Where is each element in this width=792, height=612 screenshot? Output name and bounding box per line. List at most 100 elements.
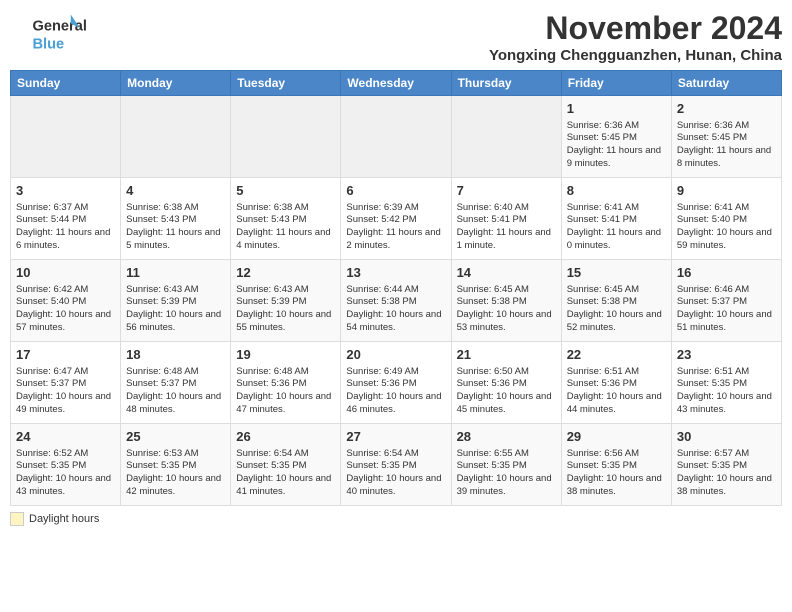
calendar-cell: 15 Sunrise: 6:45 AM Sunset: 5:38 PM Dayli… bbox=[561, 260, 671, 342]
calendar-cell: 5Sunrise: 6:38 AM Sunset: 5:43 PM Daylig… bbox=[231, 178, 341, 260]
legend-label-daylight: Daylight hours bbox=[29, 513, 99, 525]
day-info: Sunrise: 6:51 AM Sunset: 5:35 PM Dayligh… bbox=[677, 366, 776, 417]
calendar-cell: 17 Sunrise: 6:47 AM Sunset: 5:37 PM Dayli… bbox=[11, 342, 121, 424]
calendar-cell: 9 Sunrise: 6:41 AM Sunset: 5:40 PM Daylig… bbox=[671, 178, 781, 260]
svg-text:General: General bbox=[33, 18, 87, 34]
logo: General Blue bbox=[10, 10, 100, 55]
month-title: November 2024 bbox=[489, 10, 782, 47]
day-info: Sunrise: 6:45 AM Sunset: 5:38 PM Dayligh… bbox=[457, 284, 556, 335]
calendar-cell: 16Sunrise: 6:46 AM Sunset: 5:37 PM Dayli… bbox=[671, 260, 781, 342]
day-number: 2 bbox=[677, 100, 776, 118]
day-info: Sunrise: 6:40 AM Sunset: 5:41 PM Dayligh… bbox=[457, 202, 556, 253]
calendar-cell: 27Sunrise: 6:54 AM Sunset: 5:35 PM Dayli… bbox=[341, 424, 451, 506]
day-info: Sunrise: 6:47 AM Sunset: 5:37 PM Dayligh… bbox=[16, 366, 115, 417]
day-number: 20 bbox=[346, 346, 445, 364]
day-info: Sunrise: 6:38 AM Sunset: 5:43 PM Dayligh… bbox=[236, 202, 335, 253]
day-number: 28 bbox=[457, 428, 556, 446]
logo-icon: General Blue bbox=[10, 10, 100, 55]
day-info: Sunrise: 6:55 AM Sunset: 5:35 PM Dayligh… bbox=[457, 448, 556, 499]
day-info: Sunrise: 6:44 AM Sunset: 5:38 PM Dayligh… bbox=[346, 284, 445, 335]
calendar-cell: 13 Sunrise: 6:44 AM Sunset: 5:38 PM Dayli… bbox=[341, 260, 451, 342]
weekday-header-saturday: Saturday bbox=[671, 71, 781, 96]
calendar-week-5: 24 Sunrise: 6:52 AM Sunset: 5:35 PM Dayli… bbox=[11, 424, 782, 506]
day-number: 23 bbox=[677, 346, 776, 364]
day-info: Sunrise: 6:48 AM Sunset: 5:37 PM Dayligh… bbox=[126, 366, 225, 417]
calendar-cell: 11 Sunrise: 6:43 AM Sunset: 5:39 PM Dayli… bbox=[121, 260, 231, 342]
day-number: 1 bbox=[567, 100, 666, 118]
day-number: 17 bbox=[16, 346, 115, 364]
weekday-header-thursday: Thursday bbox=[451, 71, 561, 96]
calendar-cell bbox=[121, 96, 231, 178]
day-info: Sunrise: 6:36 AM Sunset: 5:45 PM Dayligh… bbox=[567, 120, 666, 171]
calendar-cell: 19 Sunrise: 6:48 AM Sunset: 5:36 PM Dayli… bbox=[231, 342, 341, 424]
calendar-cell bbox=[11, 96, 121, 178]
day-info: Sunrise: 6:46 AM Sunset: 5:37 PM Dayligh… bbox=[677, 284, 776, 335]
calendar-cell: 21 Sunrise: 6:50 AM Sunset: 5:36 PM Dayli… bbox=[451, 342, 561, 424]
calendar-cell: 28 Sunrise: 6:55 AM Sunset: 5:35 PM Dayli… bbox=[451, 424, 561, 506]
day-info: Sunrise: 6:41 AM Sunset: 5:40 PM Dayligh… bbox=[677, 202, 776, 253]
location-title: Yongxing Chengguanzhen, Hunan, China bbox=[489, 47, 782, 64]
calendar-cell: 8Sunrise: 6:41 AM Sunset: 5:41 PM Daylig… bbox=[561, 178, 671, 260]
calendar-week-2: 3Sunrise: 6:37 AM Sunset: 5:44 PM Daylig… bbox=[11, 178, 782, 260]
day-info: Sunrise: 6:42 AM Sunset: 5:40 PM Dayligh… bbox=[16, 284, 115, 335]
day-number: 30 bbox=[677, 428, 776, 446]
day-number: 9 bbox=[677, 182, 776, 200]
weekday-header-tuesday: Tuesday bbox=[231, 71, 341, 96]
calendar-cell: 22Sunrise: 6:51 AM Sunset: 5:36 PM Dayli… bbox=[561, 342, 671, 424]
calendar-cell: 12 Sunrise: 6:43 AM Sunset: 5:39 PM Dayli… bbox=[231, 260, 341, 342]
day-number: 6 bbox=[346, 182, 445, 200]
day-info: Sunrise: 6:45 AM Sunset: 5:38 PM Dayligh… bbox=[567, 284, 666, 335]
calendar-cell: 29Sunrise: 6:56 AM Sunset: 5:35 PM Dayli… bbox=[561, 424, 671, 506]
day-number: 12 bbox=[236, 264, 335, 282]
weekday-header-monday: Monday bbox=[121, 71, 231, 96]
day-info: Sunrise: 6:41 AM Sunset: 5:41 PM Dayligh… bbox=[567, 202, 666, 253]
legend-item-daylight: Daylight hours bbox=[10, 512, 99, 526]
day-number: 25 bbox=[126, 428, 225, 446]
calendar-cell: 1 Sunrise: 6:36 AM Sunset: 5:45 PM Daylig… bbox=[561, 96, 671, 178]
day-info: Sunrise: 6:53 AM Sunset: 5:35 PM Dayligh… bbox=[126, 448, 225, 499]
day-number: 24 bbox=[16, 428, 115, 446]
day-number: 29 bbox=[567, 428, 666, 446]
day-number: 21 bbox=[457, 346, 556, 364]
day-number: 15 bbox=[567, 264, 666, 282]
calendar-cell: 3Sunrise: 6:37 AM Sunset: 5:44 PM Daylig… bbox=[11, 178, 121, 260]
calendar-cell: 14 Sunrise: 6:45 AM Sunset: 5:38 PM Dayli… bbox=[451, 260, 561, 342]
day-info: Sunrise: 6:48 AM Sunset: 5:36 PM Dayligh… bbox=[236, 366, 335, 417]
day-info: Sunrise: 6:54 AM Sunset: 5:35 PM Dayligh… bbox=[236, 448, 335, 499]
header: General Blue November 2024 Yongxing Chen… bbox=[10, 10, 782, 64]
calendar-cell bbox=[231, 96, 341, 178]
day-number: 13 bbox=[346, 264, 445, 282]
day-number: 18 bbox=[126, 346, 225, 364]
calendar-cell: 30Sunrise: 6:57 AM Sunset: 5:35 PM Dayli… bbox=[671, 424, 781, 506]
day-number: 14 bbox=[457, 264, 556, 282]
day-number: 19 bbox=[236, 346, 335, 364]
day-info: Sunrise: 6:37 AM Sunset: 5:44 PM Dayligh… bbox=[16, 202, 115, 253]
calendar-cell: 6Sunrise: 6:39 AM Sunset: 5:42 PM Daylig… bbox=[341, 178, 451, 260]
calendar-week-3: 10Sunrise: 6:42 AM Sunset: 5:40 PM Dayli… bbox=[11, 260, 782, 342]
day-info: Sunrise: 6:43 AM Sunset: 5:39 PM Dayligh… bbox=[236, 284, 335, 335]
day-info: Sunrise: 6:50 AM Sunset: 5:36 PM Dayligh… bbox=[457, 366, 556, 417]
weekday-header-row: SundayMondayTuesdayWednesdayThursdayFrid… bbox=[11, 71, 782, 96]
day-info: Sunrise: 6:36 AM Sunset: 5:45 PM Dayligh… bbox=[677, 120, 776, 171]
calendar-week-1: 1 Sunrise: 6:36 AM Sunset: 5:45 PM Daylig… bbox=[11, 96, 782, 178]
calendar-cell: 4Sunrise: 6:38 AM Sunset: 5:43 PM Daylig… bbox=[121, 178, 231, 260]
day-number: 7 bbox=[457, 182, 556, 200]
day-number: 11 bbox=[126, 264, 225, 282]
calendar-cell bbox=[341, 96, 451, 178]
day-info: Sunrise: 6:52 AM Sunset: 5:35 PM Dayligh… bbox=[16, 448, 115, 499]
title-area: November 2024 Yongxing Chengguanzhen, Hu… bbox=[489, 10, 782, 64]
calendar-cell: 7 Sunrise: 6:40 AM Sunset: 5:41 PM Daylig… bbox=[451, 178, 561, 260]
weekday-header-friday: Friday bbox=[561, 71, 671, 96]
calendar-cell: 24 Sunrise: 6:52 AM Sunset: 5:35 PM Dayli… bbox=[11, 424, 121, 506]
weekday-header-sunday: Sunday bbox=[11, 71, 121, 96]
calendar-week-4: 17 Sunrise: 6:47 AM Sunset: 5:37 PM Dayli… bbox=[11, 342, 782, 424]
calendar-cell: 23 Sunrise: 6:51 AM Sunset: 5:35 PM Dayli… bbox=[671, 342, 781, 424]
day-info: Sunrise: 6:43 AM Sunset: 5:39 PM Dayligh… bbox=[126, 284, 225, 335]
weekday-header-wednesday: Wednesday bbox=[341, 71, 451, 96]
svg-text:Blue: Blue bbox=[33, 36, 65, 52]
legend-color-daylight bbox=[10, 512, 24, 526]
legend: Daylight hours bbox=[10, 512, 782, 526]
day-number: 4 bbox=[126, 182, 225, 200]
calendar-cell: 20Sunrise: 6:49 AM Sunset: 5:36 PM Dayli… bbox=[341, 342, 451, 424]
calendar-cell: 10Sunrise: 6:42 AM Sunset: 5:40 PM Dayli… bbox=[11, 260, 121, 342]
